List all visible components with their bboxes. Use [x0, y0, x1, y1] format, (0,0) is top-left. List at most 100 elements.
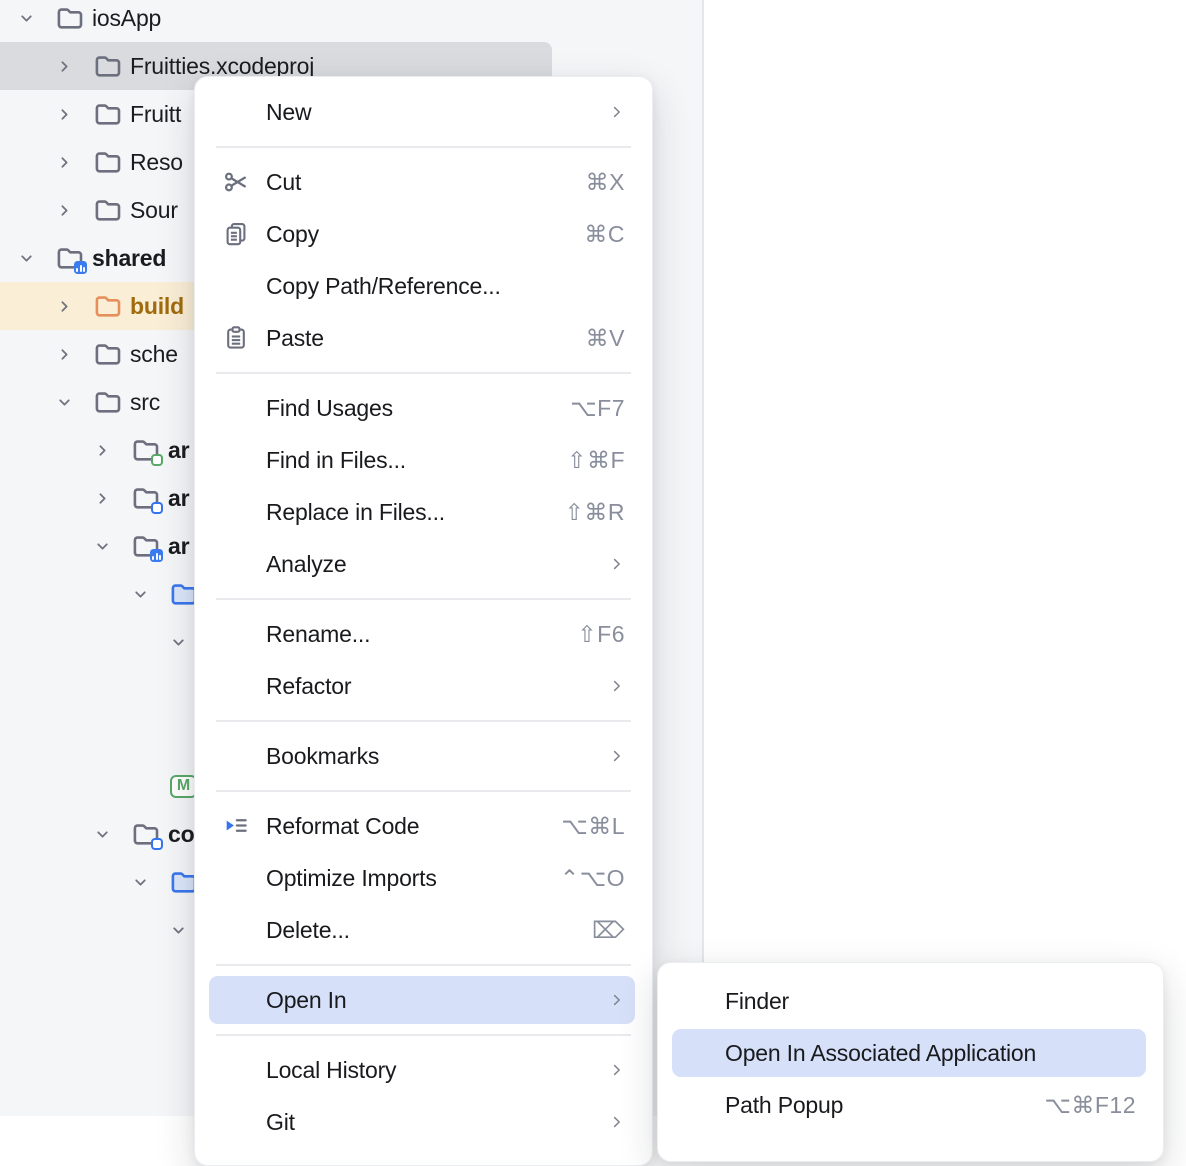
chevron-down-icon[interactable] [94, 810, 111, 858]
tree-row-iosapp[interactable]: iosApp [0, 0, 702, 42]
menu-item-path-popup[interactable]: Path Popup ⌥⌘F12 [658, 1079, 1163, 1131]
chevron-right-icon[interactable] [56, 138, 73, 186]
folder-excluded-icon [94, 293, 122, 319]
folder-icon [94, 341, 122, 367]
tree-item-label: src [130, 389, 160, 416]
tree-item-label: build [130, 293, 184, 320]
menu-item-shortcut: ⌘X [586, 169, 625, 196]
menu-icon-slot [223, 987, 249, 1013]
open-in-submenu: FinderOpen In Associated ApplicationPath… [657, 962, 1164, 1162]
submenu-arrow-icon [609, 556, 625, 572]
chevron-down-icon[interactable] [18, 0, 35, 42]
menu-item-shortcut: ⌦ [592, 917, 625, 944]
folder-icon [56, 5, 84, 31]
chevron-down-icon[interactable] [56, 378, 73, 426]
tree-item-label: co [168, 821, 194, 848]
chevron-right-icon[interactable] [56, 186, 73, 234]
menu-item-find-in-files[interactable]: Find in Files...⇧⌘F [195, 434, 652, 486]
chevron-right-icon[interactable] [56, 42, 73, 90]
menu-item-label: Optimize Imports [266, 865, 437, 892]
chevron-down-icon[interactable] [170, 618, 187, 666]
tree-item-label: iosApp [92, 5, 161, 32]
menu-item-shortcut: ⌥⌘F12 [1044, 1092, 1136, 1119]
tree-item-label: Sour [130, 197, 178, 224]
chevron-down-icon[interactable] [132, 858, 149, 906]
menu-item-analyze[interactable]: Analyze [195, 538, 652, 590]
app-window: iosAppFruitties.xcodeprojFruittResoSours… [0, 0, 1186, 1116]
menu-item-shortcut: ⌥⌘L [561, 813, 625, 840]
submenu-arrow-icon [609, 1062, 625, 1078]
menu-item-label: Copy Path/Reference... [266, 273, 501, 300]
tree-item-label: ar [168, 437, 189, 464]
m-badge-icon: M [170, 775, 197, 798]
chevron-down-icon[interactable] [132, 570, 149, 618]
context-menu: New Cut⌘XCopy⌘C Copy Path/Reference... Past… [194, 76, 653, 1166]
tree-item-label: shared [92, 245, 166, 272]
folder-module-icon [132, 821, 160, 847]
folder-icon [94, 101, 122, 127]
menu-item-rename[interactable]: Rename...⇧F6 [195, 608, 652, 660]
menu-item-label: Delete... [266, 917, 350, 944]
menu-icon-slot [223, 743, 249, 769]
menu-item-shortcut: ⌘C [584, 221, 625, 248]
chevron-right-icon[interactable] [94, 426, 111, 474]
submenu-arrow-icon [609, 748, 625, 764]
menu-item-label: New [266, 99, 311, 126]
menu-item-label: Paste [266, 325, 324, 352]
menu-icon-slot [223, 499, 249, 525]
menu-item-label: Reformat Code [266, 813, 419, 840]
menu-separator [195, 956, 652, 974]
menu-item-label: Replace in Files... [266, 499, 445, 526]
menu-icon-slot [223, 917, 249, 943]
tree-item-label: ar [168, 485, 189, 512]
menu-item-replace-in-files[interactable]: Replace in Files...⇧⌘R [195, 486, 652, 538]
menu-item-cut[interactable]: Cut⌘X [195, 156, 652, 208]
menu-icon-slot [223, 673, 249, 699]
menu-item-open-in-associated-application[interactable]: Open In Associated Application [658, 1027, 1163, 1079]
menu-item-label: Refactor [266, 673, 351, 700]
menu-item-finder[interactable]: Finder [658, 975, 1163, 1027]
cut-icon [223, 169, 249, 195]
menu-item-bookmarks[interactable]: Bookmarks [195, 730, 652, 782]
editor-area[interactable] [704, 0, 1186, 1116]
menu-item-local-history[interactable]: Local History [195, 1044, 652, 1096]
chevron-right-icon[interactable] [56, 282, 73, 330]
menu-item-label: Local History [266, 1057, 396, 1084]
menu-item-label: Path Popup [725, 1092, 843, 1119]
menu-item-label: Finder [725, 988, 789, 1015]
chevron-down-icon[interactable] [18, 234, 35, 282]
chevron-down-icon[interactable] [170, 906, 187, 954]
folder-icon [94, 197, 122, 223]
folder-shared-module-icon [132, 533, 160, 559]
menu-separator [195, 1026, 652, 1044]
submenu-arrow-icon [609, 1114, 625, 1130]
menu-item-refactor[interactable]: Refactor [195, 660, 652, 712]
menu-icon-slot [223, 99, 249, 125]
menu-item-copy-path-reference[interactable]: Copy Path/Reference... [195, 260, 652, 312]
menu-item-label: Open In [266, 987, 346, 1014]
submenu-arrow-icon [609, 678, 625, 694]
menu-item-open-in[interactable]: Open In [195, 974, 652, 1026]
menu-item-shortcut: ⌥F7 [570, 395, 625, 422]
chevron-right-icon[interactable] [56, 330, 73, 378]
menu-item-optimize-imports[interactable]: Optimize Imports⌃⌥O [195, 852, 652, 904]
menu-item-copy[interactable]: Copy⌘C [195, 208, 652, 260]
menu-item-delete[interactable]: Delete... ⌦ [195, 904, 652, 956]
menu-icon-slot [223, 621, 249, 647]
menu-item-paste[interactable]: Paste⌘V [195, 312, 652, 364]
menu-icon-slot [223, 273, 249, 299]
tree-item-label: sche [130, 341, 178, 368]
chevron-right-icon[interactable] [94, 474, 111, 522]
chevron-down-icon[interactable] [94, 522, 111, 570]
menu-separator [195, 590, 652, 608]
folder-sources-icon [132, 437, 160, 463]
chevron-right-icon[interactable] [56, 90, 73, 138]
folder-module-icon [132, 485, 160, 511]
menu-item-label: Git [266, 1109, 295, 1136]
menu-separator [195, 364, 652, 382]
menu-item-find-usages[interactable]: Find Usages⌥F7 [195, 382, 652, 434]
menu-item-git[interactable]: Git [195, 1096, 652, 1148]
menu-item-reformat-code[interactable]: Reformat Code ⌥⌘L [195, 800, 652, 852]
folder-icon [94, 53, 122, 79]
menu-item-new[interactable]: New [195, 86, 652, 138]
